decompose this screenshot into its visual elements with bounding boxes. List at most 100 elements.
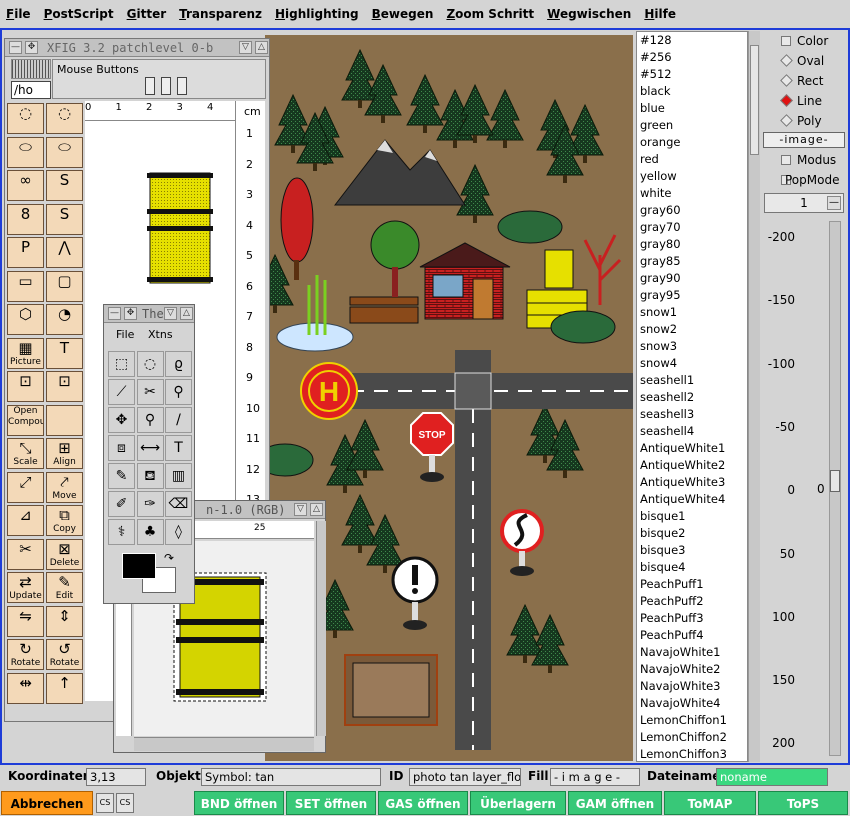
gimp-menu-file[interactable]: File (116, 328, 134, 341)
color-list-item[interactable]: AntiqueWhite4 (637, 491, 747, 508)
gimp-tool-icon[interactable]: ⧈ (108, 435, 135, 461)
gimp-tool-icon[interactable]: ◊ (165, 519, 192, 545)
tomap-button[interactable]: ToMAP (664, 791, 756, 815)
mode-button[interactable]: ⊿ (7, 505, 44, 536)
mode-button[interactable]: S (46, 203, 83, 235)
mode-button[interactable]: ⊞ Align (46, 438, 83, 469)
minimize-icon[interactable]: ▽ (294, 503, 307, 516)
gimp-tool-icon[interactable]: ϱ (165, 351, 192, 377)
color-list-item[interactable]: bisque2 (637, 525, 747, 542)
foreground-color-swatch[interactable] (122, 553, 156, 579)
menu-gitter[interactable]: Gitter (127, 7, 167, 21)
mode-button[interactable]: ⤤ Move (46, 471, 83, 503)
gam-open-button[interactable]: GAM öffnen (568, 791, 662, 815)
gimp-tool-icon[interactable]: ⚲ (165, 379, 192, 405)
tops-button[interactable]: ToPS (758, 791, 848, 815)
small-tool-icon[interactable]: CS (116, 793, 134, 813)
gimp-tool-icon[interactable]: / (165, 407, 192, 433)
maximize-icon[interactable]: △ (255, 41, 268, 54)
mode-button[interactable]: 8 (7, 203, 44, 235)
color-list-item[interactable]: AntiqueWhite1 (637, 440, 747, 457)
image-vscrollbar[interactable] (316, 521, 326, 736)
color-list-item[interactable]: snow1 (637, 304, 747, 321)
maximize-icon[interactable]: △ (310, 503, 323, 516)
mode-button[interactable]: ◌ (46, 103, 83, 134)
gimp-tool-icon[interactable]: ⬚ (108, 351, 135, 377)
menu-bewegen[interactable]: Bewegen (372, 7, 434, 21)
gimp-menu-xtns[interactable]: Xtns (148, 328, 173, 341)
mode-button[interactable]: ⤡ Scale (7, 438, 44, 469)
mode-button[interactable]: ⊠ Delete (46, 538, 83, 570)
scrollbar-thumb[interactable] (750, 45, 759, 155)
mode-button[interactable]: ⇕ (46, 605, 83, 637)
gimp-tool-icon[interactable]: ✑ (136, 491, 164, 517)
option-poly[interactable]: Poly (761, 111, 847, 131)
gimp-tool-icon[interactable]: ♣ (136, 519, 164, 545)
mode-button[interactable]: Open Compound (7, 404, 44, 436)
gimp-tool-icon[interactable]: ⚲ (136, 407, 164, 433)
window-move-icon[interactable]: ✥ (124, 307, 137, 320)
option-oval[interactable]: Oval (761, 51, 847, 71)
option-rect[interactable]: Rect (761, 71, 847, 91)
color-list-item[interactable]: #256 (637, 49, 747, 66)
minimize-icon[interactable]: ▽ (164, 307, 177, 320)
color-list-item[interactable]: gray95 (637, 287, 747, 304)
mode-button[interactable]: ⇄ Update (7, 572, 44, 603)
ueberlagern-button[interactable]: Überlagern (470, 791, 566, 815)
color-list-item[interactable]: LemonChiffon1 (637, 712, 747, 729)
color-list-item[interactable]: PeachPuff1 (637, 576, 747, 593)
menu-transparenz[interactable]: Transparenz (179, 7, 262, 21)
mode-button[interactable]: ⇋ (7, 605, 44, 637)
color-list-scrollbar[interactable] (748, 31, 760, 762)
gimp-tool-icon[interactable]: T (165, 435, 192, 461)
id-field[interactable]: photo tan layer_flor (409, 768, 521, 786)
gimp-tool-icon[interactable]: ⚕ (108, 519, 135, 545)
xfig-titlebar[interactable]: XFIG 3.2 patchlevel 0-b (5, 39, 269, 57)
color-list-item[interactable]: LemonChiffon2 (637, 729, 747, 746)
gimp-tool-icon[interactable]: ✥ (108, 407, 135, 433)
mode-button[interactable]: ⋀ (46, 237, 83, 268)
color-list-item[interactable]: gray85 (637, 253, 747, 270)
color-list-item[interactable]: NavajoWhite4 (637, 695, 747, 712)
mode-button[interactable]: P (7, 237, 44, 268)
mode-button[interactable]: ✂ (7, 538, 44, 570)
vertical-slider[interactable] (829, 221, 841, 756)
color-list-item[interactable]: bisque3 (637, 542, 747, 559)
gimp-tool-icon[interactable]: ✎ (108, 463, 135, 489)
option-line[interactable]: Line (761, 91, 847, 111)
mode-button[interactable]: ⊡ (7, 371, 44, 402)
mode-button[interactable]: ▭ (7, 270, 44, 302)
set-open-button[interactable]: SET öffnen (286, 791, 376, 815)
menu-zoom-schritt[interactable]: Zoom Schritt (446, 7, 534, 21)
color-list-item[interactable]: yellow (637, 168, 747, 185)
window-menu-icon[interactable]: — (108, 307, 121, 320)
gimp-tool-icon[interactable]: ⌫ (165, 491, 192, 517)
maximize-icon[interactable]: △ (180, 307, 193, 320)
color-list-item[interactable]: snow2 (637, 321, 747, 338)
menu-hilfe[interactable]: Hilfe (644, 7, 676, 21)
mode-button[interactable]: ⬡ (7, 304, 44, 335)
menu-highlighting[interactable]: Highlighting (275, 7, 359, 21)
color-list[interactable]: #128 #256 #512 black blue green orange red yello… (636, 31, 748, 762)
slider-knob[interactable] (830, 470, 840, 492)
gimp-tool-icon[interactable]: ▥ (165, 463, 192, 489)
gimp-tool-icon[interactable]: ◌ (136, 351, 164, 377)
gimp-tool-icon[interactable]: ✂ (136, 379, 164, 405)
color-list-item[interactable]: seashell1 (637, 372, 747, 389)
mode-button[interactable]: ◔ (46, 304, 83, 335)
gimp-tool-icon[interactable]: ⟋ (108, 379, 135, 405)
color-list-item[interactable]: PeachPuff3 (637, 610, 747, 627)
color-list-item[interactable]: AntiqueWhite3 (637, 474, 747, 491)
fill-field[interactable]: - i m a g e - (550, 768, 640, 786)
mode-button[interactable]: T (46, 337, 83, 369)
spin-button[interactable]: — (827, 196, 841, 210)
bnd-open-button[interactable]: BND öffnen (194, 791, 284, 815)
color-list-item[interactable]: seashell3 (637, 406, 747, 423)
color-list-item[interactable]: NavajoWhite2 (637, 661, 747, 678)
objekt-field[interactable]: Symbol: tan (201, 768, 381, 786)
mode-button[interactable]: ⤢ (7, 471, 44, 503)
color-list-item[interactable]: gray90 (637, 270, 747, 287)
mode-button[interactable]: ↑ (46, 672, 83, 704)
menu-file[interactable]: File (6, 7, 31, 21)
color-list-item[interactable]: #512 (637, 66, 747, 83)
